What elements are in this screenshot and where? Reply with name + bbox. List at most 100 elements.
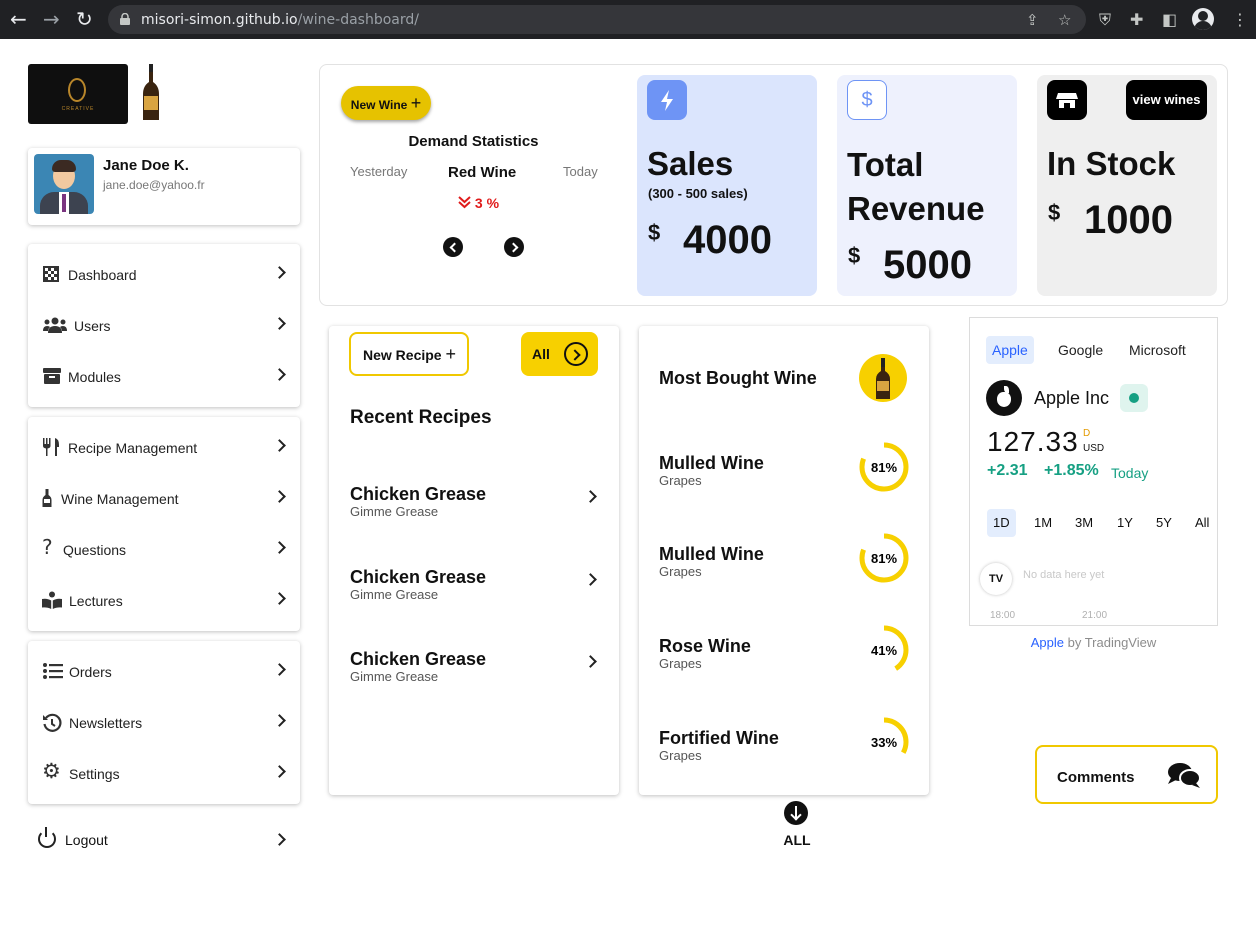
wine-percent-label: 81% <box>871 551 897 566</box>
wine-subtitle: Grapes <box>659 748 702 763</box>
wine-item[interactable]: Mulled Wine Grapes 81% <box>639 533 929 604</box>
sidebar-item-label: Questions <box>63 542 127 558</box>
user-profile-card[interactable]: Jane Doe K. jane.doe@yahoo.fr <box>28 148 300 225</box>
sidebar-item-lectures[interactable]: Lectures <box>28 581 300 621</box>
sidebar-group-other: Orders Newsletters ⚙ Settings <box>28 641 300 804</box>
recipe-name: Chicken Grease <box>350 567 487 587</box>
comments-label: Comments <box>1057 769 1135 786</box>
sidebar-item-label: Newsletters <box>69 715 143 731</box>
sidebar-item-label: Recipe Management <box>68 440 198 456</box>
revenue-value: 5000 <box>883 243 972 287</box>
sidebar-item-recipe-management[interactable]: Recipe Management <box>28 428 300 468</box>
view-wines-button[interactable]: view wines <box>1126 80 1207 120</box>
recipe-item[interactable]: Chicken Grease Gimme Grease <box>329 484 619 528</box>
recent-recipes-card: New Recipe + All Recent Recipes Chicken … <box>329 326 619 795</box>
sidebar-item-users[interactable]: Users <box>28 306 300 346</box>
range-3m[interactable]: 3M <box>1069 509 1099 537</box>
range-1m[interactable]: 1M <box>1028 509 1058 537</box>
range-all[interactable]: All <box>1189 509 1215 537</box>
list-icon <box>43 663 63 679</box>
comments-button[interactable]: Comments <box>1035 745 1218 804</box>
wine-name: Mulled Wine <box>659 453 764 473</box>
demand-prev-button[interactable] <box>443 237 463 257</box>
wine-percent-label: 41% <box>871 643 897 658</box>
attribution-link[interactable]: Apple <box>1031 635 1064 650</box>
forward-icon[interactable]: → <box>43 9 60 29</box>
chevron-right-icon <box>273 368 286 381</box>
all-wines-label: ALL <box>783 832 811 848</box>
recipe-name: Chicken Grease <box>350 484 487 504</box>
sidebar-item-modules[interactable]: Modules <box>28 357 300 397</box>
tab-apple[interactable]: Apple <box>986 336 1034 364</box>
wine-item[interactable]: Fortified Wine Grapes 33% <box>639 717 929 788</box>
utensils-icon <box>43 438 59 456</box>
sidebar-item-newsletters[interactable]: Newsletters <box>28 703 300 743</box>
tradingview-logo-icon[interactable]: TV <box>980 563 1012 595</box>
plus-icon: + <box>410 93 422 113</box>
wine-subtitle: Grapes <box>659 473 702 488</box>
tab-google[interactable]: Google <box>1052 336 1109 364</box>
sidebar-item-questions[interactable]: ? Questions <box>28 530 300 570</box>
chevron-right-icon <box>273 541 286 554</box>
sidebar-item-label: Settings <box>69 766 120 782</box>
dollar-icon: $ <box>847 80 887 120</box>
wine-item[interactable]: Rose Wine Grapes 41% <box>639 625 929 696</box>
wine-bottle-icon <box>859 354 907 402</box>
brand-logo[interactable]: CREATIVE <box>28 64 128 124</box>
revenue-currency: $ <box>848 243 861 268</box>
recipe-item[interactable]: Chicken Grease Gimme Grease <box>329 567 619 611</box>
recipe-subtitle: Gimme Grease <box>350 587 439 602</box>
revenue-card: $ Total Revenue $ 5000 <box>837 75 1017 296</box>
recipe-subtitle: Gimme Grease <box>350 669 439 684</box>
address-bar[interactable]: misori-simon.github.io/wine-dashboard/ ⇪… <box>108 5 1086 34</box>
new-recipe-button[interactable]: New Recipe + <box>349 332 469 376</box>
tradingview-attribution: Apple by TradingView <box>1030 635 1157 650</box>
all-recipes-button[interactable]: All <box>521 332 598 376</box>
recipe-item[interactable]: Chicken Grease Gimme Grease <box>329 649 619 693</box>
new-wine-button[interactable]: New Wine + <box>341 86 431 120</box>
sidebar-item-settings[interactable]: ⚙ Settings <box>28 754 300 794</box>
sidebar-item-wine-management[interactable]: Wine Management <box>28 479 300 519</box>
sales-title: Sales <box>647 145 734 182</box>
sidebar-item-dashboard[interactable]: Dashboard <box>28 255 300 295</box>
stock-value: 1000 <box>1084 198 1173 242</box>
profile-avatar-icon[interactable] <box>1192 8 1214 30</box>
star-icon[interactable]: ☆ <box>1058 11 1071 29</box>
reload-icon[interactable]: ↻ <box>76 9 93 29</box>
puzzle-extension-icon[interactable]: ✚ <box>1130 10 1143 29</box>
lightning-icon <box>647 80 687 120</box>
tab-microsoft[interactable]: Microsoft <box>1123 336 1192 364</box>
back-icon[interactable]: ← <box>10 9 27 29</box>
reader-icon <box>42 591 62 609</box>
logout-button[interactable]: Logout <box>28 820 300 860</box>
wine-name: Fortified Wine <box>659 728 779 748</box>
stock-card: view wines In Stock $ 1000 <box>1037 75 1217 296</box>
chevron-right-icon <box>273 714 286 727</box>
sidebar-item-orders[interactable]: Orders <box>28 652 300 692</box>
range-5y[interactable]: 5Y <box>1150 509 1178 537</box>
sidebar-item-label: Lectures <box>69 593 123 609</box>
shield-extension-icon[interactable]: ⛨ <box>1099 10 1111 30</box>
demand-prev-label: Yesterday <box>350 164 408 179</box>
arrow-down-circle-icon <box>784 801 808 825</box>
sidepanel-icon[interactable]: ◧ <box>1162 10 1177 29</box>
stock-price: 127.33 <box>987 426 1079 457</box>
company-name: Apple Inc <box>1034 388 1110 408</box>
chevron-right-icon <box>584 490 597 503</box>
demand-next-button[interactable] <box>504 237 524 257</box>
share-icon[interactable]: ⇪ <box>1026 11 1039 29</box>
wine-percent-ring: 81% <box>859 533 909 583</box>
history-icon <box>43 713 62 732</box>
apple-logo-icon <box>986 380 1022 416</box>
demand-change: 3 % <box>458 195 499 211</box>
wine-name: Rose Wine <box>659 636 751 656</box>
gear-icon: ⚙ <box>42 759 61 783</box>
range-1y[interactable]: 1Y <box>1111 509 1139 537</box>
range-1d[interactable]: 1D <box>987 509 1016 537</box>
user-email: jane.doe@yahoo.fr <box>103 178 205 192</box>
wine-name: Mulled Wine <box>659 544 764 564</box>
wine-item[interactable]: Mulled Wine Grapes 81% <box>639 442 929 513</box>
power-icon <box>38 827 56 848</box>
kebab-menu-icon[interactable]: ⋮ <box>1232 10 1248 29</box>
sales-currency: $ <box>648 220 661 245</box>
